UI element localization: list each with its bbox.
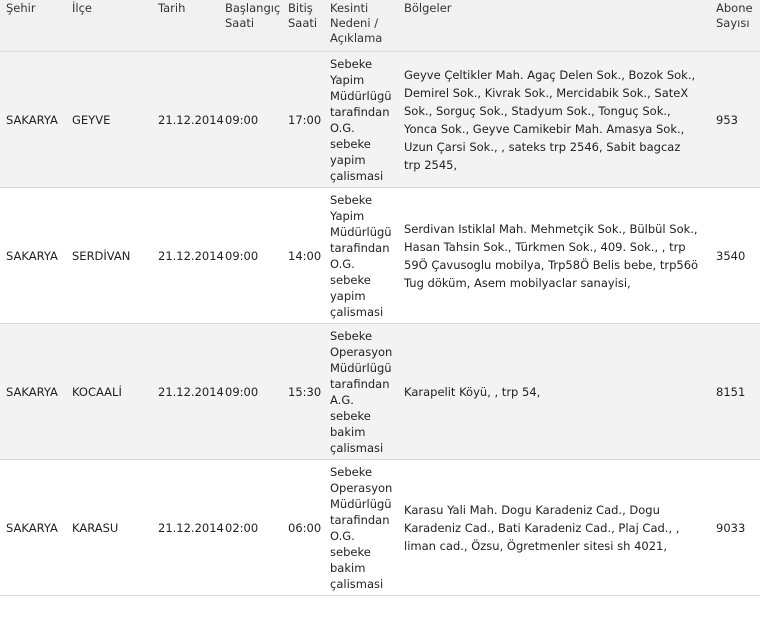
cell-date: 21.12.2014 bbox=[152, 51, 224, 188]
cell-city: SAKARYA bbox=[0, 323, 66, 460]
header-start-time[interactable]: Başlangıç Saati bbox=[219, 0, 282, 52]
cell-regions: Karasu Yali Mah. Dogu Karadeniz Cad., Do… bbox=[398, 459, 710, 596]
cell-start-time: 09:00 bbox=[219, 51, 282, 188]
cell-date: 21.12.2014 bbox=[152, 187, 224, 324]
cell-end-time: 17:00 bbox=[282, 51, 324, 188]
outage-table: Şehir İlçe Tarih Başlangıç Saati Bitiş S… bbox=[0, 0, 760, 596]
cell-reason: Sebeke Operasyon Müdürlügü tarafindan A.… bbox=[324, 323, 398, 460]
cell-start-time: 09:00 bbox=[219, 323, 282, 460]
cell-date: 21.12.2014 bbox=[152, 323, 224, 460]
table-row: SAKARYA KOCAALİ 21.12.2014 09:00 15:30 S… bbox=[0, 323, 760, 460]
cell-end-time: 06:00 bbox=[282, 459, 324, 596]
cell-end-time: 14:00 bbox=[282, 187, 324, 324]
cell-subscriber-count: 3540 bbox=[710, 187, 760, 324]
header-regions[interactable]: Bölgeler bbox=[398, 0, 710, 52]
cell-start-time: 02:00 bbox=[219, 459, 282, 596]
table-row: SAKARYA SERDİVAN 21.12.2014 09:00 14:00 … bbox=[0, 187, 760, 324]
header-row: Şehir İlçe Tarih Başlangıç Saati Bitiş S… bbox=[0, 0, 760, 52]
header-district[interactable]: İlçe bbox=[66, 0, 152, 52]
table-row: SAKARYA KARASU 21.12.2014 02:00 06:00 Se… bbox=[0, 459, 760, 596]
cell-reason: Sebeke Yapim Müdürlügü tarafindan O.G. s… bbox=[324, 187, 398, 324]
cell-regions: Karapelit Köyü, , trp 54, bbox=[398, 323, 710, 460]
cell-district: KOCAALİ bbox=[66, 323, 152, 460]
header-city[interactable]: Şehir bbox=[0, 0, 66, 52]
table-row: SAKARYA GEYVE 21.12.2014 09:00 17:00 Seb… bbox=[0, 51, 760, 188]
cell-regions: Serdivan Istiklal Mah. Mehmetçik Sok., B… bbox=[398, 187, 710, 324]
header-end-time[interactable]: Bitiş Saati bbox=[282, 0, 324, 52]
cell-city: SAKARYA bbox=[0, 459, 66, 596]
table-header: Şehir İlçe Tarih Başlangıç Saati Bitiş S… bbox=[0, 0, 760, 52]
cell-subscriber-count: 9033 bbox=[710, 459, 760, 596]
cell-city: SAKARYA bbox=[0, 187, 66, 324]
cell-district: SERDİVAN bbox=[66, 187, 152, 324]
table-body: SAKARYA GEYVE 21.12.2014 09:00 17:00 Seb… bbox=[0, 51, 760, 596]
cell-city: SAKARYA bbox=[0, 51, 66, 188]
cell-district: GEYVE bbox=[66, 51, 152, 188]
cell-subscriber-count: 8151 bbox=[710, 323, 760, 460]
cell-subscriber-count: 953 bbox=[710, 51, 760, 188]
cell-regions: Geyve Çeltikler Mah. Agaç Delen Sok., Bo… bbox=[398, 51, 710, 188]
header-reason[interactable]: Kesinti Nedeni / Açıklama bbox=[324, 0, 398, 52]
header-date[interactable]: Tarih bbox=[152, 0, 219, 52]
cell-end-time: 15:30 bbox=[282, 323, 324, 460]
cell-reason: Sebeke Operasyon Müdürlügü tarafindan O.… bbox=[324, 459, 398, 596]
cell-reason: Sebeke Yapim Müdürlügü tarafindan O.G. s… bbox=[324, 51, 398, 188]
cell-district: KARASU bbox=[66, 459, 152, 596]
header-subscriber-count[interactable]: Abone Sayısı bbox=[710, 0, 760, 52]
cell-date: 21.12.2014 bbox=[152, 459, 224, 596]
cell-start-time: 09:00 bbox=[219, 187, 282, 324]
